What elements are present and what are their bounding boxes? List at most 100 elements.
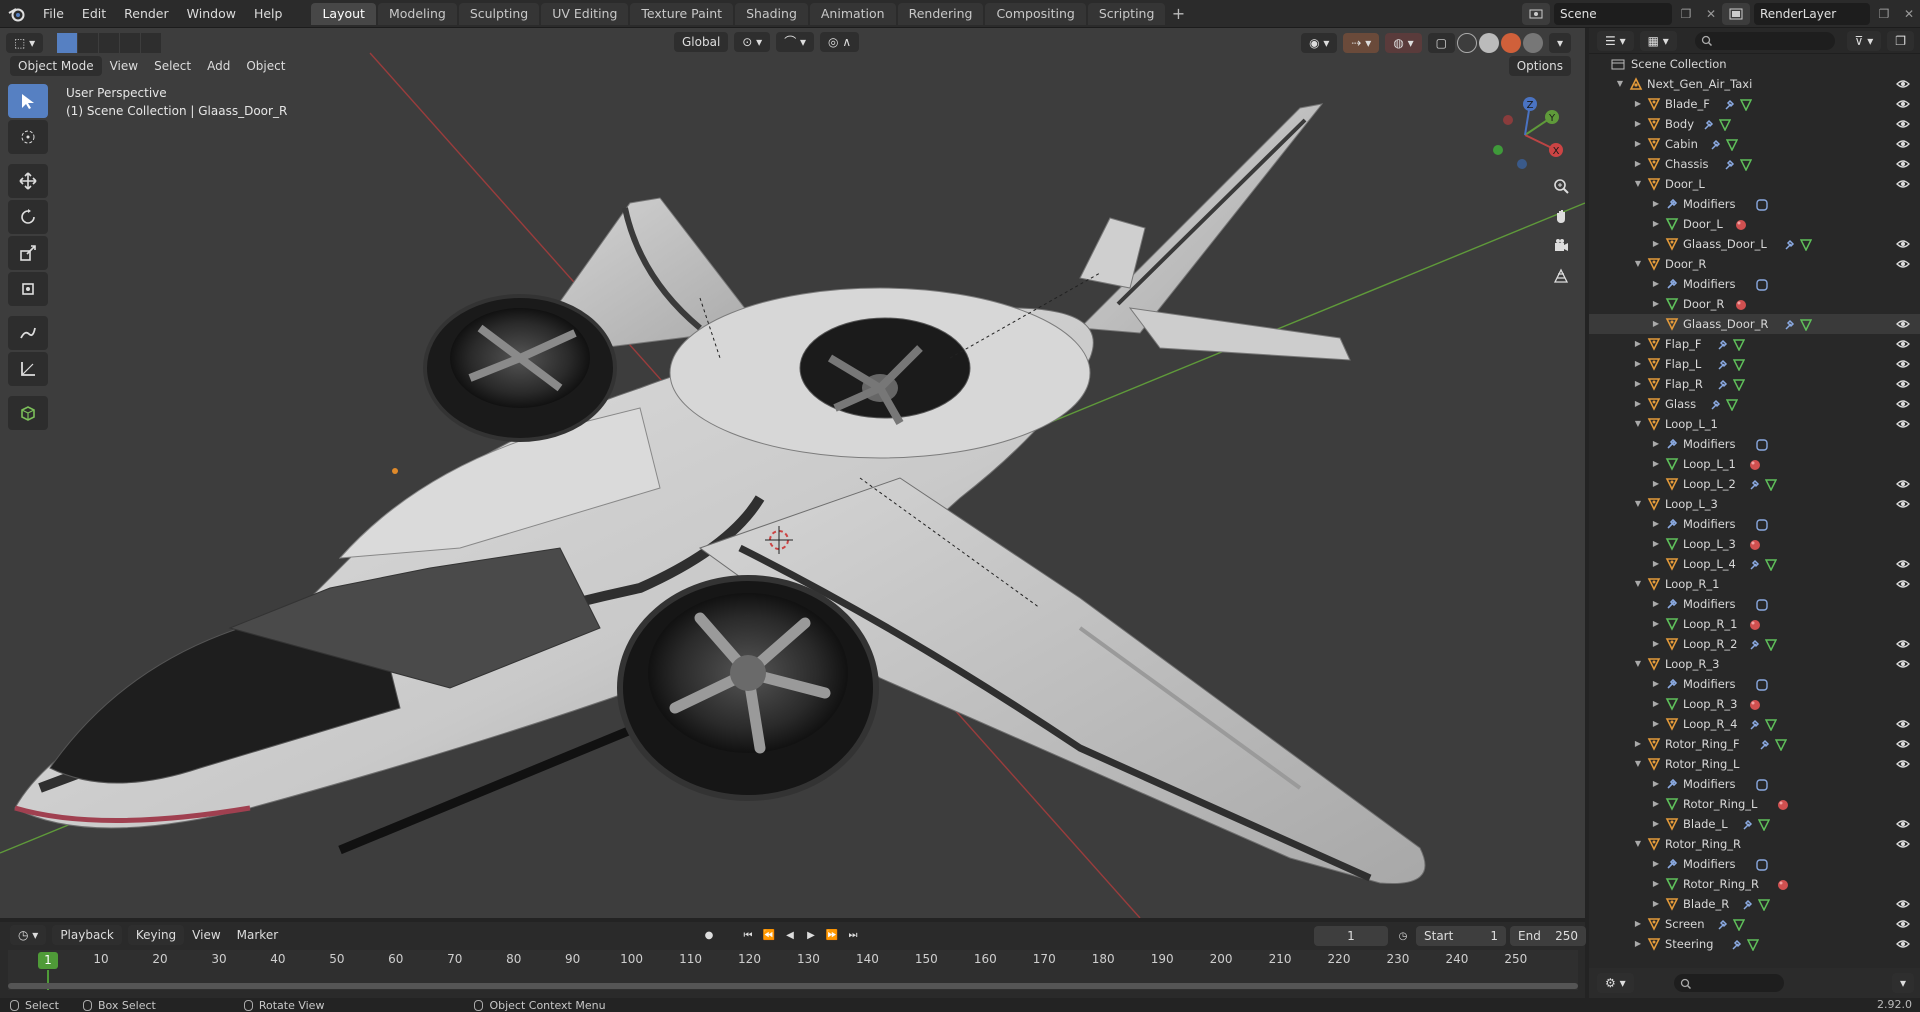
expand-arrow-icon[interactable]: ▶	[1651, 314, 1661, 334]
blender-logo-icon[interactable]	[0, 0, 34, 28]
eye-icon[interactable]	[1896, 557, 1910, 571]
gizmo-neg-y[interactable]	[1493, 145, 1503, 155]
outliner-row[interactable]: ▼ Loop_L_3	[1589, 494, 1920, 514]
select-mode-extend-icon[interactable]	[78, 33, 99, 53]
gizmo-neg-z[interactable]	[1517, 159, 1527, 169]
outliner-row[interactable]: ▶ Modifiers	[1589, 514, 1920, 534]
outliner-row[interactable]: ▶ Modifiers	[1589, 434, 1920, 454]
menu-render[interactable]: Render	[115, 2, 178, 26]
eye-icon[interactable]	[1896, 337, 1910, 351]
outliner-row[interactable]: ▶ Door_L	[1589, 214, 1920, 234]
tab-compositing[interactable]: Compositing	[985, 2, 1086, 25]
tab-shading[interactable]: Shading	[735, 2, 808, 25]
expand-arrow-icon[interactable]: ▶	[1633, 154, 1643, 174]
outliner-row[interactable]: ▶ Modifiers	[1589, 854, 1920, 874]
expand-arrow-icon[interactable]: ▶	[1651, 594, 1661, 614]
eye-icon[interactable]	[1896, 357, 1910, 371]
expand-arrow-icon[interactable]: ▶	[1633, 114, 1643, 134]
current-frame-marker[interactable]: 1	[38, 952, 58, 969]
outliner-row[interactable]: ▶ Cabin	[1589, 134, 1920, 154]
xray-toggle-icon[interactable]: ▢	[1427, 33, 1455, 53]
eye-icon[interactable]	[1896, 177, 1910, 191]
timeline-editor-type-icon[interactable]: ◷ ▾	[10, 925, 47, 945]
outliner-row[interactable]: ▶ Loop_R_1	[1589, 614, 1920, 634]
outliner-row[interactable]: ▼ Door_L	[1589, 174, 1920, 194]
collapse-arrow-icon[interactable]: ▼	[1633, 754, 1643, 774]
outliner-row[interactable]: ▶ Chassis	[1589, 154, 1920, 174]
outliner-row[interactable]: ▶ Glaass_Door_L	[1589, 234, 1920, 254]
outliner-row[interactable]: ▶ Glass	[1589, 394, 1920, 414]
object-mode-dropdown[interactable]: Object Mode	[10, 56, 102, 76]
outliner-row[interactable]: ▼ Loop_L_1	[1589, 414, 1920, 434]
delete-layer-icon[interactable]: ✕	[1898, 3, 1920, 25]
properties-search-input[interactable]	[1673, 974, 1784, 992]
zoom-icon[interactable]	[1548, 173, 1574, 199]
outliner-row[interactable]: ▶ Loop_L_2	[1589, 474, 1920, 494]
eye-icon[interactable]	[1896, 497, 1910, 511]
outliner-editor-type-icon[interactable]: ☰ ▾	[1597, 30, 1634, 51]
expand-arrow-icon[interactable]: ▶	[1651, 874, 1661, 894]
gizmo-neg-x[interactable]	[1503, 115, 1513, 125]
expand-arrow-icon[interactable]: ▶	[1651, 454, 1661, 474]
select-mode-invert-icon[interactable]	[120, 33, 141, 53]
eye-icon[interactable]	[1896, 157, 1910, 171]
cursor-tool[interactable]	[8, 120, 48, 154]
scene-collection-row[interactable]: Scene Collection	[1589, 54, 1920, 74]
outliner-row[interactable]: ▶ Modifiers	[1589, 674, 1920, 694]
outliner-row[interactable]: ▼ Loop_R_3	[1589, 654, 1920, 674]
eye-icon[interactable]	[1896, 937, 1910, 951]
add-cube-tool[interactable]	[8, 396, 48, 430]
tab-sculpting[interactable]: Sculpting	[458, 2, 540, 25]
camera-view-icon[interactable]	[1548, 233, 1574, 259]
measure-tool[interactable]	[8, 352, 48, 386]
expand-arrow-icon[interactable]: ▶	[1651, 434, 1661, 454]
shading-options-icon[interactable]: ▾	[1548, 33, 1571, 53]
expand-arrow-icon[interactable]: ▶	[1633, 734, 1643, 754]
options-dropdown[interactable]: Options	[1508, 56, 1571, 76]
play-icon[interactable]: ▶	[802, 926, 820, 944]
eye-icon[interactable]	[1896, 817, 1910, 831]
properties-editor-type-icon[interactable]: ⚙ ▾	[1597, 973, 1634, 993]
start-frame-field[interactable]: Start 1	[1416, 926, 1506, 946]
tab-scripting[interactable]: Scripting	[1087, 2, 1166, 25]
outliner-row[interactable]: ▼ Rotor_Ring_R	[1589, 834, 1920, 854]
eye-icon[interactable]	[1896, 637, 1910, 651]
eye-icon[interactable]	[1896, 717, 1910, 731]
3d-viewport[interactable]: ⬚ ▾ Object Mode View Select Add Object G…	[0, 28, 1585, 918]
outliner-row[interactable]: ▶ Modifiers	[1589, 594, 1920, 614]
outliner-row[interactable]: ▶ Glaass_Door_R	[1589, 314, 1920, 334]
tab-texture-paint[interactable]: Texture Paint	[630, 2, 734, 25]
pan-hand-icon[interactable]	[1548, 203, 1574, 229]
menu-window[interactable]: Window	[178, 2, 245, 26]
record-icon[interactable]: ●	[700, 926, 718, 944]
expand-arrow-icon[interactable]: ▶	[1633, 134, 1643, 154]
eye-icon[interactable]	[1896, 577, 1910, 591]
expand-arrow-icon[interactable]: ▶	[1651, 514, 1661, 534]
scene-selector[interactable]: Scene ❐ ✕	[1522, 3, 1722, 25]
outliner-row[interactable]: ▶ Rotor_Ring_R	[1589, 874, 1920, 894]
outliner-row[interactable]: ▼ Rotor_Ring_L	[1589, 754, 1920, 774]
eye-icon[interactable]	[1896, 237, 1910, 251]
outliner-row[interactable]: ▶ Blade_R	[1589, 894, 1920, 914]
keying-menu[interactable]: Keying	[127, 925, 185, 945]
expand-arrow-icon[interactable]: ▶	[1633, 374, 1643, 394]
outliner-row[interactable]: ▶ Screen	[1589, 914, 1920, 934]
collapse-arrow-icon[interactable]: ▼	[1633, 174, 1643, 194]
transform-tool[interactable]	[8, 272, 48, 306]
outliner-row[interactable]: ▶ Flap_F	[1589, 334, 1920, 354]
mesh-icon[interactable]	[1746, 937, 1760, 957]
expand-arrow-icon[interactable]: ▶	[1651, 814, 1661, 834]
outliner-row[interactable]: ▶ Loop_R_2	[1589, 634, 1920, 654]
outliner-row[interactable]: ▶ Flap_R	[1589, 374, 1920, 394]
menu-view[interactable]: View	[102, 59, 146, 73]
collapse-arrow-icon[interactable]: ▼	[1633, 254, 1643, 274]
eye-icon[interactable]	[1896, 377, 1910, 391]
collapse-arrow-icon[interactable]: ▼	[1633, 654, 1643, 674]
expand-arrow-icon[interactable]: ▶	[1633, 354, 1643, 374]
filter-icon[interactable]: ⊽ ▾	[1846, 30, 1882, 51]
material-shading-icon[interactable]	[1500, 33, 1521, 53]
select-box-tool[interactable]	[8, 84, 48, 118]
new-layer-icon[interactable]: ❐	[1873, 3, 1895, 25]
properties-options-icon[interactable]: ▾	[1891, 973, 1914, 993]
eye-icon[interactable]	[1896, 137, 1910, 151]
